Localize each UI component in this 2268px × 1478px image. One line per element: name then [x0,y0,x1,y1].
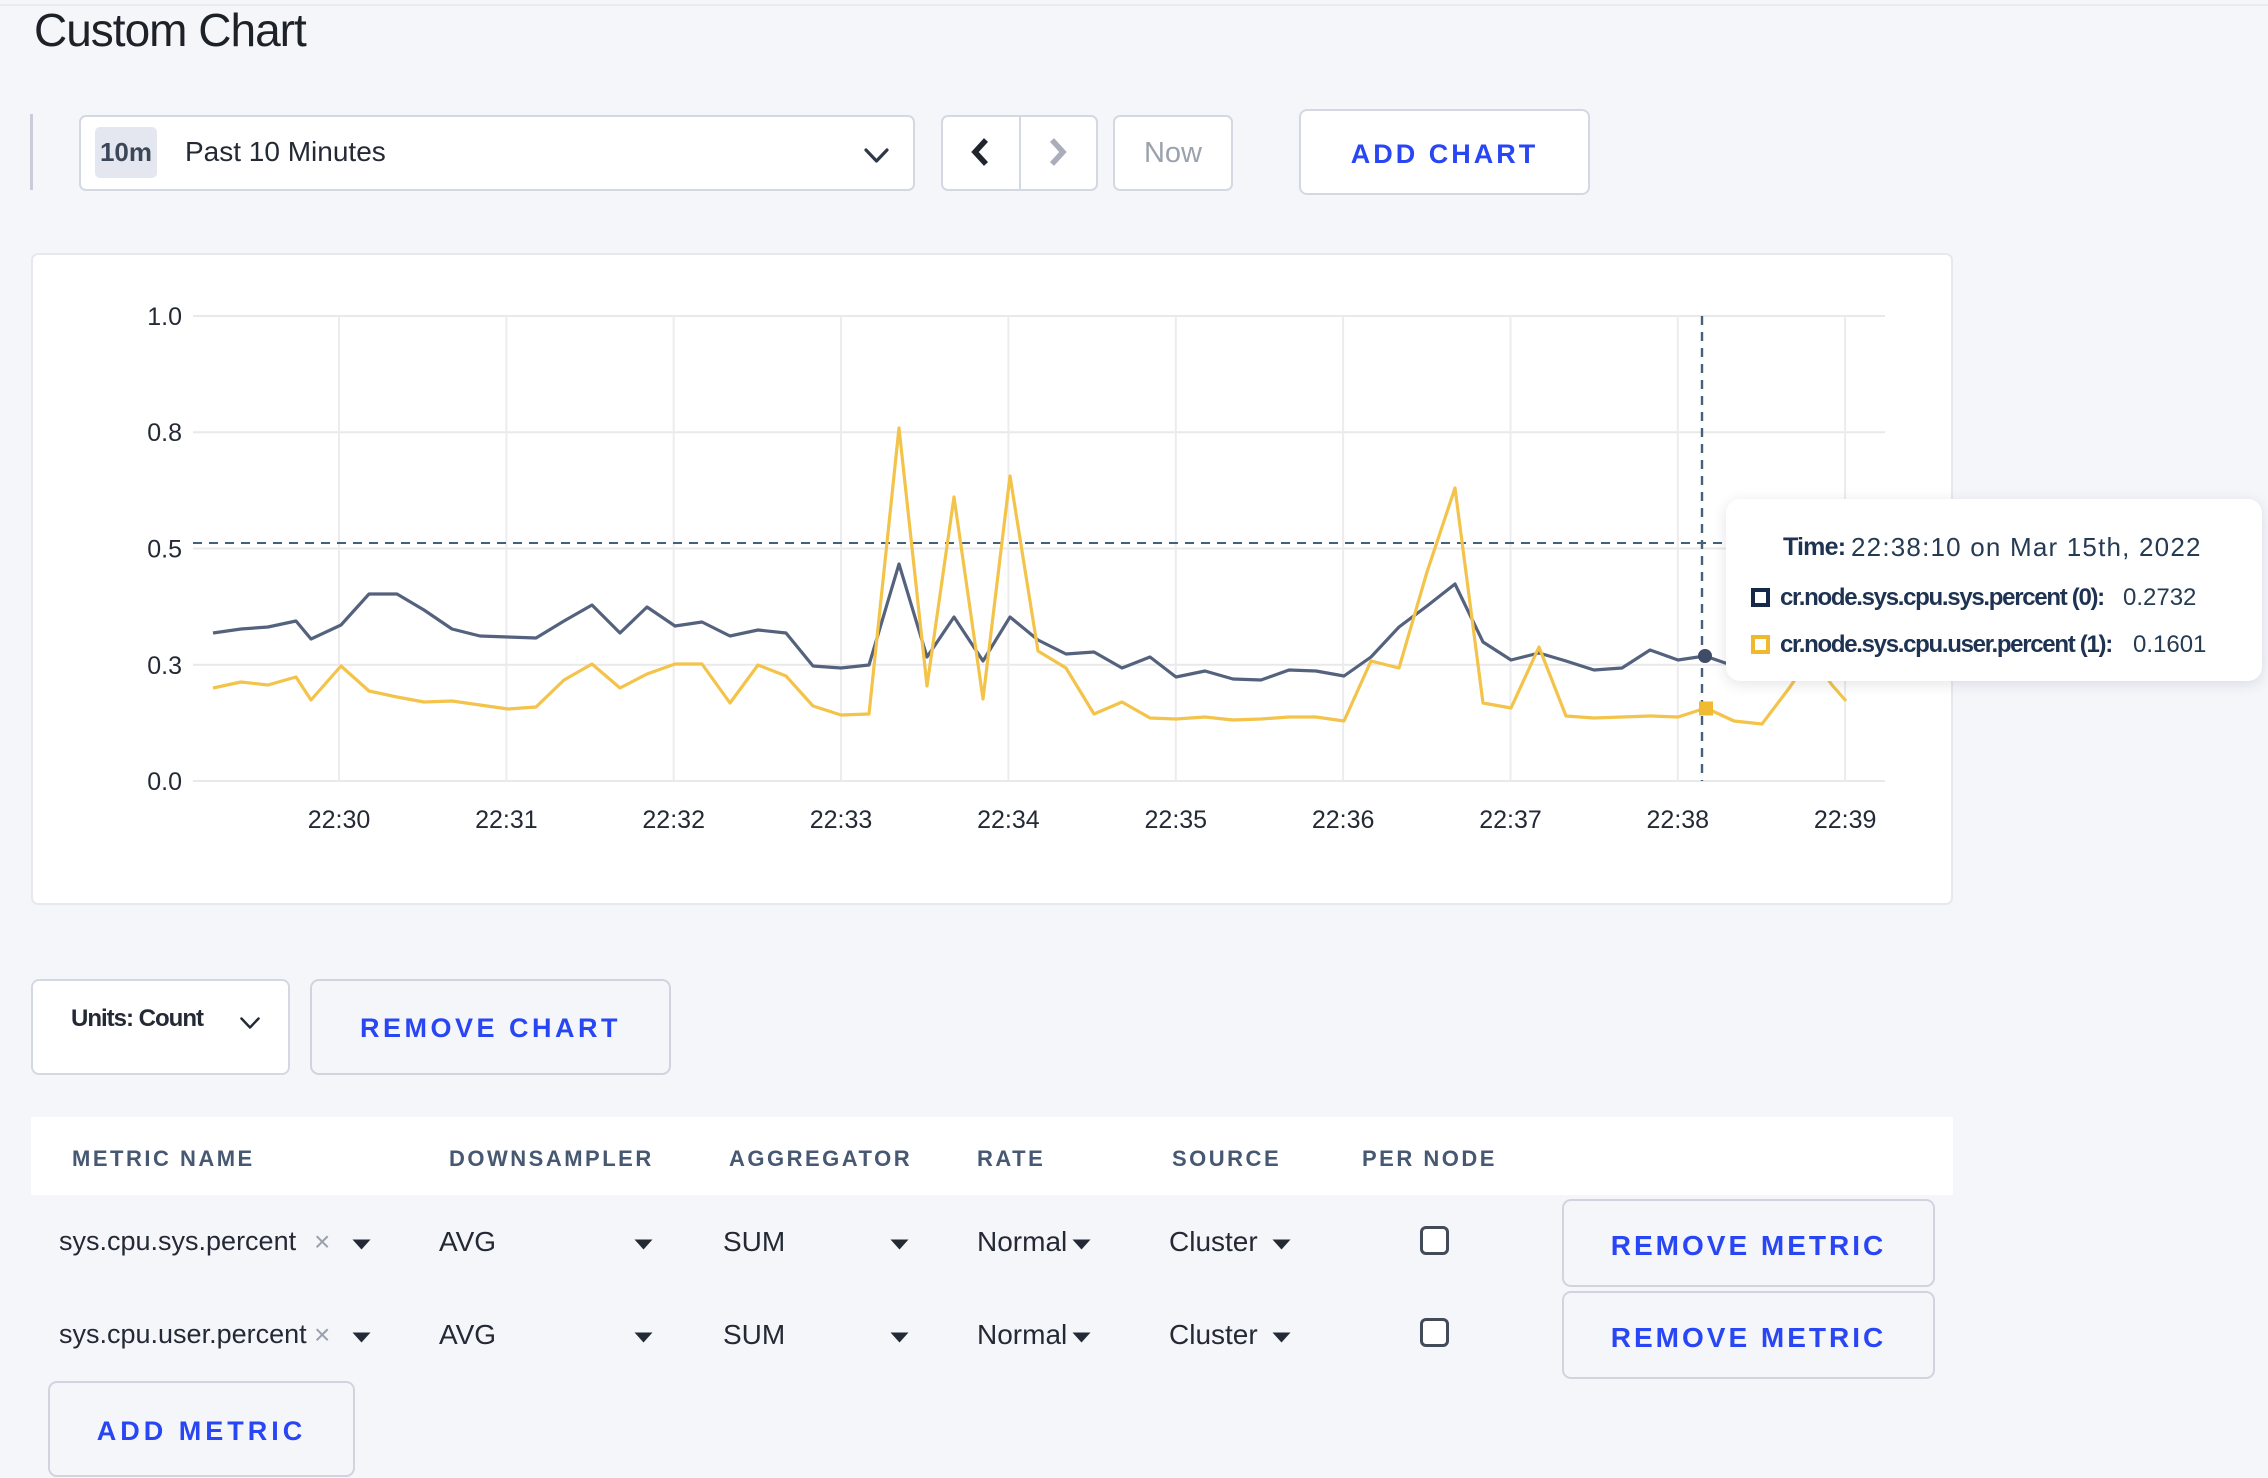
svg-text:22:37: 22:37 [1479,806,1542,834]
svg-text:22:32: 22:32 [642,806,705,834]
svg-text:22:36: 22:36 [1312,806,1375,834]
svg-text:1.0: 1.0 [147,303,182,331]
svg-text:22:38: 22:38 [1647,806,1710,834]
svg-text:22:35: 22:35 [1145,806,1208,834]
svg-text:22:30: 22:30 [308,806,371,834]
svg-text:22:31: 22:31 [475,806,538,834]
svg-text:22:33: 22:33 [810,806,873,834]
svg-text:0.5: 0.5 [147,536,182,564]
svg-text:0.3: 0.3 [147,652,182,680]
svg-text:22:34: 22:34 [977,806,1040,834]
svg-text:22:39: 22:39 [1814,806,1877,834]
svg-text:0.8: 0.8 [147,419,182,447]
svg-text:0.0: 0.0 [147,768,182,796]
